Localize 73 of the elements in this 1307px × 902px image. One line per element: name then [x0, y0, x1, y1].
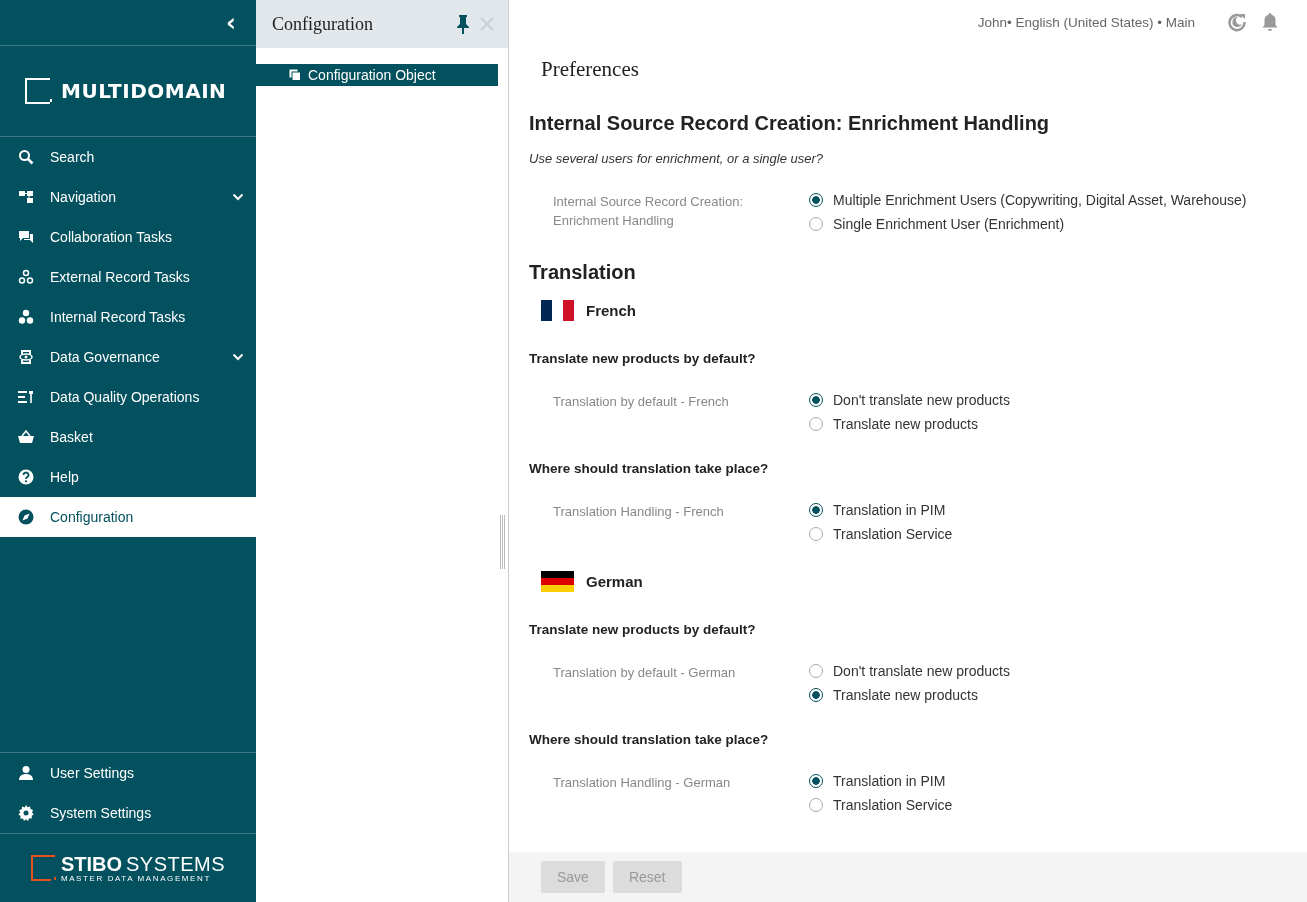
refresh-moon-icon[interactable] [1227, 12, 1247, 32]
panel-title: Configuration [272, 13, 374, 35]
radio-option[interactable]: Translate new products [809, 414, 1010, 433]
radio-option[interactable]: Multiple Enrichment Users (Copywriting, Digital Asset, Warehouse) [809, 190, 1247, 209]
nav-item[interactable]: External Record Tasks [0, 257, 256, 297]
radio-option[interactable]: Don't translate new products [809, 390, 1010, 409]
chevron-down-icon[interactable] [232, 353, 244, 361]
nav-item[interactable]: Data Quality Operations [0, 377, 256, 417]
question-text: Translate new products by default? [529, 351, 757, 366]
compass-icon [18, 509, 34, 525]
three-circles-icon [18, 269, 34, 285]
logo-wordmark: SYSTEMS [126, 853, 226, 874]
radio-button[interactable] [809, 773, 823, 788]
three-dots-icon [18, 309, 34, 325]
chat-bubbles-icon [18, 229, 34, 245]
flag-icon [541, 300, 574, 321]
question-icon [18, 469, 34, 485]
setting-label: Translation by default - German [553, 664, 737, 682]
page-title: Preferences [541, 57, 640, 82]
radio-button[interactable] [809, 502, 823, 517]
radio-button[interactable] [809, 687, 823, 702]
gear-icon [18, 805, 34, 821]
nav-item[interactable]: Configuration [0, 497, 256, 537]
person-icon [18, 765, 34, 781]
stacked-squares-icon [289, 69, 301, 81]
radio-option[interactable]: Translation in PIM [809, 500, 953, 519]
language-name: German [586, 573, 643, 590]
radio-option[interactable]: Don't translate new products [809, 661, 1010, 680]
eye-frame-icon [18, 349, 34, 365]
nav-item[interactable]: Data Governance [0, 337, 256, 377]
nav-item[interactable]: System Settings [0, 793, 256, 833]
radio-option[interactable]: Translation Service [809, 524, 953, 543]
question-text: Where should translation take place? [529, 732, 770, 747]
list-wrench-icon [18, 389, 34, 405]
search-icon [18, 149, 34, 165]
logo-tagline: MASTER DATA MANAGEMENT [60, 873, 212, 883]
nav-item[interactable]: Navigation [0, 177, 256, 217]
section-heading: Translation [529, 261, 637, 284]
setting-label: Translation Handling - French [553, 503, 725, 521]
radio-option[interactable]: Translate new products [809, 685, 1010, 704]
logo-wordmark: STIBO [60, 853, 122, 874]
square-logo-icon [30, 855, 57, 881]
language-name: French [586, 302, 636, 319]
section-description: Use several users for enrichment, or a single user? [529, 151, 825, 166]
setting-label: Internal Source Record Creation: Enrichment Handling [553, 193, 745, 230]
radio-option[interactable]: Translation Service [809, 795, 953, 814]
radio-option[interactable]: Translation in PIM [809, 771, 953, 790]
radio-button[interactable] [809, 392, 823, 407]
nav-item[interactable]: Basket [0, 417, 256, 457]
radio-button[interactable] [809, 192, 823, 207]
nav-item[interactable]: Internal Record Tasks [0, 297, 256, 337]
brand-name: MULTIDOMAIN [61, 79, 227, 103]
setting-label: Translation by default - French [553, 393, 730, 411]
nav-item[interactable]: Help [0, 457, 256, 497]
setting-label: Translation Handling - German [553, 774, 732, 792]
pin-icon[interactable] [456, 14, 470, 34]
question-text: Translate new products by default? [529, 622, 757, 637]
chevron-down-icon[interactable] [232, 193, 244, 201]
flag-icon [541, 571, 574, 592]
basket-icon [18, 429, 34, 445]
section-heading: Internal Source Record Creation: Enrichment Handling [529, 112, 1051, 135]
tree-item[interactable]: Configuration Object [256, 64, 498, 86]
nav-item[interactable]: Search [0, 137, 256, 177]
collapse-button[interactable]: ‹ [222, 8, 240, 37]
context-info: John• English (United States) • Main [977, 14, 1195, 30]
question-text: Where should translation take place? [529, 461, 770, 476]
tree-icon [18, 189, 34, 205]
square-logo-icon [25, 78, 53, 104]
nav-item[interactable]: Collaboration Tasks [0, 217, 256, 257]
bell-icon[interactable] [1261, 12, 1279, 32]
splitter-handle[interactable] [500, 515, 506, 569]
radio-option[interactable]: Single Enrichment User (Enrichment) [809, 214, 1247, 233]
nav-item[interactable]: User Settings [0, 753, 256, 793]
